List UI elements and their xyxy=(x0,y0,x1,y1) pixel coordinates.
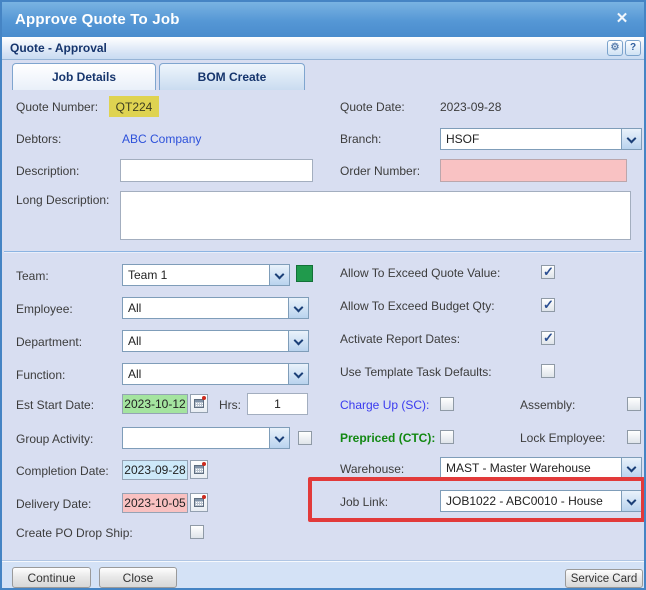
description-label: Description: xyxy=(16,164,79,178)
charge-up-checkbox[interactable] xyxy=(440,397,454,411)
department-select[interactable]: All xyxy=(122,330,309,352)
service-card-button[interactable]: Service Card xyxy=(565,569,643,588)
long-description-label: Long Description: xyxy=(16,193,109,207)
chevron-down-icon[interactable] xyxy=(621,129,641,149)
hrs-input[interactable] xyxy=(247,393,308,415)
function-label: Function: xyxy=(16,368,65,382)
tab-bom-create[interactable]: BOM Create xyxy=(159,63,305,90)
close-button[interactable]: Close xyxy=(99,567,177,588)
branch-select[interactable]: HSOF xyxy=(440,128,642,150)
panel-title: Quote - Approval xyxy=(10,41,107,55)
chevron-down-icon[interactable] xyxy=(288,298,308,318)
employee-select[interactable]: All xyxy=(122,297,309,319)
long-description-input[interactable] xyxy=(120,191,631,240)
team-select[interactable]: Team 1 xyxy=(122,264,290,286)
group-activity-checkbox[interactable] xyxy=(298,431,312,445)
chevron-down-icon[interactable] xyxy=(288,331,308,351)
activate-report-dates-checkbox[interactable] xyxy=(541,331,555,345)
debtors-label: Debtors: xyxy=(16,132,61,146)
approve-quote-dialog: Approve Quote To Job ✕ Quote - Approval … xyxy=(0,0,646,590)
calendar-icon[interactable] xyxy=(190,394,208,413)
department-label: Department: xyxy=(16,335,82,349)
assembly-label: Assembly: xyxy=(520,398,575,412)
section-divider xyxy=(4,251,642,253)
assembly-checkbox[interactable] xyxy=(627,397,641,411)
allow-exceed-quote-label: Allow To Exceed Quote Value: xyxy=(340,266,500,280)
allow-exceed-budget-label: Allow To Exceed Budget Qty: xyxy=(340,299,495,313)
job-link-label: Job Link: xyxy=(340,495,388,509)
branch-label: Branch: xyxy=(340,132,381,146)
quote-number-label: Quote Number: xyxy=(16,100,98,114)
gear-icon[interactable]: ⚙ xyxy=(607,40,623,56)
job-link-select[interactable]: JOB1022 - ABC0010 - House xyxy=(440,490,642,512)
chevron-down-icon[interactable] xyxy=(269,265,289,285)
prepriced-checkbox[interactable] xyxy=(440,430,454,444)
lock-employee-label: Lock Employee: xyxy=(520,431,605,445)
title-bar: Approve Quote To Job xyxy=(2,2,644,37)
quote-date-value: 2023-09-28 xyxy=(440,100,501,114)
chevron-down-icon[interactable] xyxy=(621,458,641,478)
lock-employee-checkbox[interactable] xyxy=(627,430,641,444)
completion-date-label: Completion Date: xyxy=(16,464,109,478)
function-select[interactable]: All xyxy=(122,363,309,385)
employee-label: Employee: xyxy=(16,302,73,316)
team-value: Team 1 xyxy=(128,268,267,282)
create-po-drop-ship-checkbox[interactable] xyxy=(190,525,204,539)
continue-button[interactable]: Continue xyxy=(12,567,91,588)
quote-date-label: Quote Date: xyxy=(340,100,405,114)
quote-number-value: QT224 xyxy=(109,96,159,117)
branch-value: HSOF xyxy=(446,132,619,146)
est-start-date-label: Est Start Date: xyxy=(16,398,94,412)
order-number-label: Order Number: xyxy=(340,164,420,178)
allow-exceed-quote-checkbox[interactable] xyxy=(541,265,555,279)
help-icon[interactable]: ? xyxy=(625,40,641,56)
chevron-down-icon[interactable] xyxy=(288,364,308,384)
team-color-swatch xyxy=(296,265,313,282)
allow-exceed-budget-checkbox[interactable] xyxy=(541,298,555,312)
function-value: All xyxy=(128,367,286,381)
delivery-date-label: Delivery Date: xyxy=(16,497,91,511)
close-icon[interactable]: ✕ xyxy=(613,10,631,28)
team-label: Team: xyxy=(16,269,49,283)
chevron-down-icon[interactable] xyxy=(269,428,289,448)
use-template-task-defaults-label: Use Template Task Defaults: xyxy=(340,365,492,379)
warehouse-select[interactable]: MAST - Master Warehouse xyxy=(440,457,642,479)
calendar-grid-icon xyxy=(194,465,204,474)
use-template-task-defaults-checkbox[interactable] xyxy=(541,364,555,378)
department-value: All xyxy=(128,334,286,348)
calendar-icon[interactable] xyxy=(190,460,208,479)
calendar-icon[interactable] xyxy=(190,493,208,512)
debtors-link[interactable]: ABC Company xyxy=(122,132,201,146)
prepriced-label: Prepriced (CTC): xyxy=(340,431,435,445)
calendar-grid-icon xyxy=(194,399,204,408)
description-input[interactable] xyxy=(120,159,313,182)
calendar-grid-icon xyxy=(194,498,204,507)
charge-up-label[interactable]: Charge Up (SC): xyxy=(340,398,429,412)
completion-date-field[interactable]: 2023-09-28 xyxy=(122,460,188,480)
panel-header: Quote - Approval ⚙ ? xyxy=(2,37,644,60)
hrs-label: Hrs: xyxy=(219,398,241,412)
tab-job-details[interactable]: Job Details xyxy=(12,63,156,90)
window-title: Approve Quote To Job xyxy=(2,11,180,28)
est-start-date-field[interactable]: 2023-10-12 xyxy=(122,394,188,414)
chevron-down-icon[interactable] xyxy=(621,491,641,511)
group-activity-select[interactable] xyxy=(122,427,290,449)
order-number-input[interactable] xyxy=(440,159,627,182)
activate-report-dates-label: Activate Report Dates: xyxy=(340,332,460,346)
create-po-drop-ship-label: Create PO Drop Ship: xyxy=(16,526,133,540)
delivery-date-field[interactable]: 2023-10-05 xyxy=(122,493,188,513)
employee-value: All xyxy=(128,301,286,315)
warehouse-value: MAST - Master Warehouse xyxy=(446,461,619,475)
group-activity-label: Group Activity: xyxy=(16,432,93,446)
job-link-value: JOB1022 - ABC0010 - House xyxy=(446,494,619,508)
warehouse-label: Warehouse: xyxy=(340,462,404,476)
